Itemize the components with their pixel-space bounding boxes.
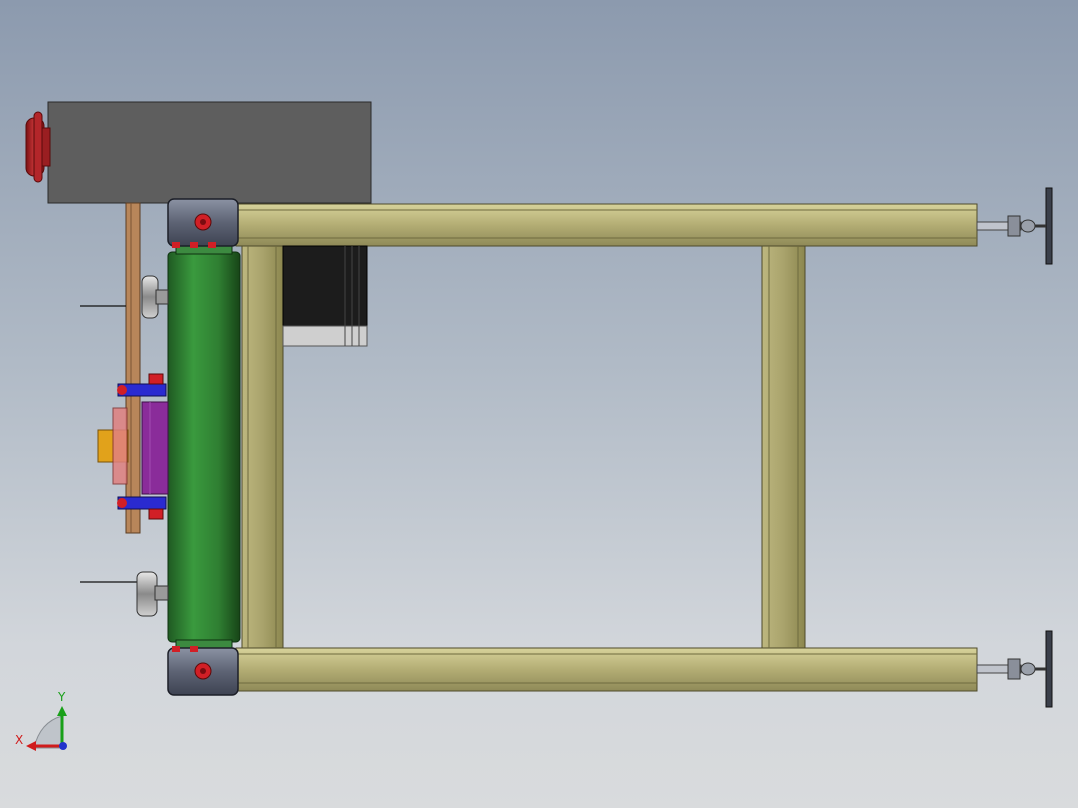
y-axis-label: Y <box>57 690 66 704</box>
bearing-block-bottom[interactable] <box>167 646 239 696</box>
leveling-foot-top[interactable] <box>976 187 1053 265</box>
coordinate-triad[interactable]: Y X <box>15 690 67 751</box>
motor-housing[interactable] <box>47 101 372 204</box>
adjustment-knob-upper[interactable] <box>141 275 169 319</box>
green-roller[interactable] <box>167 239 241 655</box>
cad-model[interactable]: Y X <box>0 0 1078 808</box>
graphics-viewport[interactable]: Y X <box>0 0 1078 808</box>
left-vertical-rail[interactable] <box>241 245 284 649</box>
leveling-foot-bottom[interactable] <box>976 630 1053 708</box>
handwheel[interactable] <box>25 111 51 183</box>
bearing-block-top[interactable] <box>167 198 239 248</box>
bottom-rail[interactable] <box>235 647 978 692</box>
triad-plane-icon <box>33 715 63 749</box>
guide-rod <box>125 202 141 534</box>
x-axis-label: X <box>15 733 23 747</box>
stepper-motor[interactable] <box>282 245 368 347</box>
z-axis-dot <box>59 742 67 750</box>
middle-vertical-rail[interactable] <box>761 245 806 649</box>
top-rail[interactable] <box>235 203 978 247</box>
adjustment-knob-lower[interactable] <box>136 571 169 617</box>
